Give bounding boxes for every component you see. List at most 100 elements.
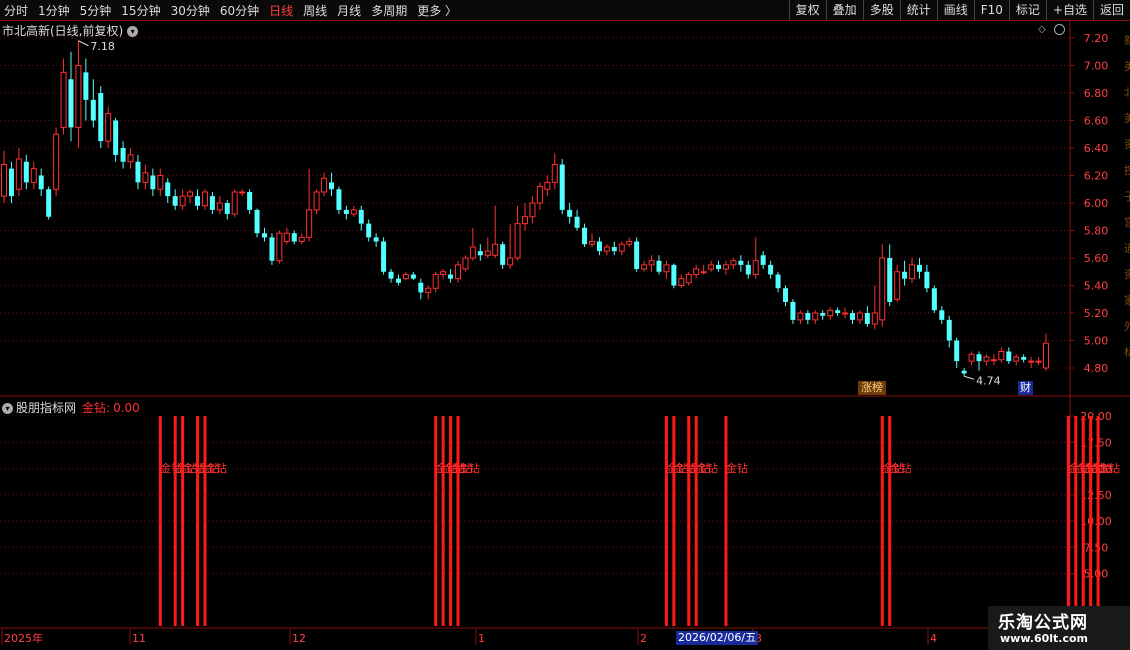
candle-body bbox=[603, 246, 610, 252]
candle-body bbox=[30, 168, 37, 183]
candle-body bbox=[462, 257, 469, 270]
candle-body bbox=[83, 72, 89, 100]
chart-canvas[interactable]: 7.20 7.00 6.80 6.60 6.40 6.20 6.00 5.80 5.60 5.40… bbox=[0, 0, 1130, 650]
signal-label: 金钻 bbox=[205, 461, 227, 475]
x-axis-label: 11 bbox=[132, 632, 146, 645]
candle-body bbox=[559, 164, 565, 210]
signal-bar bbox=[158, 416, 162, 626]
candle-body bbox=[641, 264, 648, 270]
candle-body bbox=[432, 274, 439, 289]
candle-body bbox=[127, 154, 134, 163]
signal-bar bbox=[1074, 416, 1078, 626]
indicator-tick-label: 5.00 bbox=[1084, 568, 1109, 581]
signal-bar bbox=[1089, 416, 1093, 626]
candle-body bbox=[201, 191, 208, 207]
edge-char: 美 bbox=[1124, 60, 1130, 73]
candle-body bbox=[544, 181, 551, 190]
candle-body bbox=[582, 227, 588, 245]
signal-bar bbox=[880, 416, 884, 626]
candle-body bbox=[990, 359, 997, 362]
candle-body bbox=[827, 309, 834, 317]
indicator-tick-label: 7.50 bbox=[1084, 541, 1109, 554]
candle-body bbox=[775, 274, 781, 289]
candle-body bbox=[887, 258, 893, 302]
candle-body bbox=[648, 260, 655, 266]
price-tick-label: 5.80 bbox=[1084, 225, 1109, 238]
edge-char: 通 bbox=[1124, 242, 1130, 255]
candle-body bbox=[909, 264, 916, 280]
chevron-down-icon[interactable]: ▾ bbox=[127, 26, 139, 37]
candle-body bbox=[835, 310, 841, 313]
indicator-title[interactable]: ▾ 股朋指标网 金钻: 0.00 bbox=[2, 399, 140, 416]
candle-body bbox=[209, 196, 215, 210]
edge-char: 宫 bbox=[1124, 215, 1130, 229]
candle-body bbox=[492, 243, 499, 256]
candle-body bbox=[1043, 342, 1049, 369]
candle-body bbox=[484, 250, 491, 256]
chevron-down-icon[interactable]: ▾ bbox=[2, 403, 13, 414]
price-tick-label: 5.60 bbox=[1084, 252, 1109, 265]
x-axis-label: 4 bbox=[930, 632, 937, 645]
signal-label: 金钻 bbox=[696, 461, 718, 475]
signal-bar bbox=[1081, 416, 1085, 626]
signal-label: 金钻 bbox=[890, 461, 912, 475]
candle-body bbox=[343, 209, 349, 214]
candle-body bbox=[388, 271, 394, 279]
candle-body bbox=[588, 241, 595, 245]
candle-body bbox=[38, 175, 44, 190]
price-tick-label: 6.00 bbox=[1084, 197, 1109, 210]
candle-body bbox=[924, 271, 930, 289]
signal-bar bbox=[449, 416, 453, 626]
price-tick-label: 6.80 bbox=[1084, 87, 1109, 100]
candle-body bbox=[916, 264, 922, 272]
indicator-tick-label: 12.50 bbox=[1080, 489, 1112, 502]
main-chart-title[interactable]: 市北高新(日线,前复权) ▾ bbox=[2, 22, 139, 39]
price-tick-label: 6.60 bbox=[1084, 115, 1109, 128]
candle-body bbox=[105, 113, 112, 142]
signal-bar bbox=[203, 416, 207, 626]
candle-body bbox=[894, 271, 901, 300]
indicator-tick-label: 20.00 bbox=[1080, 410, 1112, 423]
x-axis-label: 12 bbox=[292, 632, 306, 645]
candle-body bbox=[216, 202, 223, 211]
candle-body bbox=[902, 271, 908, 279]
candle-body bbox=[871, 312, 878, 325]
candle-body bbox=[98, 93, 104, 142]
candle-body bbox=[983, 356, 990, 362]
high-label: 7.18 bbox=[90, 40, 115, 53]
indicator-name: 股朋指标网 bbox=[16, 401, 77, 415]
candle-body bbox=[402, 274, 409, 280]
candle-body bbox=[634, 241, 640, 269]
candle-body bbox=[976, 354, 982, 362]
finance-badge[interactable]: 财 bbox=[1018, 381, 1033, 395]
candle-body bbox=[231, 191, 238, 215]
candle-body bbox=[150, 175, 156, 190]
candle-body bbox=[477, 251, 483, 256]
edge-char: 北 bbox=[1124, 86, 1130, 99]
watermark-url: www.60lt.com bbox=[1000, 632, 1089, 645]
candle-body bbox=[298, 236, 305, 242]
x-axis-label: 1 bbox=[478, 632, 485, 645]
signal-label: 金钻 bbox=[726, 461, 748, 475]
candle-body bbox=[797, 312, 804, 321]
candle-body bbox=[968, 353, 975, 362]
diamond-icon[interactable]: ◇ bbox=[1038, 24, 1046, 35]
candle-body bbox=[1013, 356, 1020, 362]
candle-body bbox=[961, 370, 967, 374]
price-tick-label: 6.40 bbox=[1084, 142, 1109, 155]
candle-body bbox=[536, 186, 543, 204]
x-axis-label: 2 bbox=[640, 632, 647, 645]
edge-char: 子 bbox=[1124, 190, 1130, 203]
watermark-title: 乐淘公式网 bbox=[998, 613, 1088, 633]
candle-body bbox=[358, 209, 364, 224]
candle-body bbox=[247, 192, 253, 210]
signal-bar bbox=[456, 416, 460, 626]
candle-body bbox=[656, 260, 662, 272]
rank-badge[interactable]: 涨榜 bbox=[858, 381, 886, 395]
candle-body bbox=[716, 264, 722, 269]
candle-body bbox=[864, 313, 870, 324]
circle-icon[interactable] bbox=[1054, 24, 1065, 35]
candle-body bbox=[567, 209, 573, 217]
price-tick-label: 6.20 bbox=[1084, 170, 1109, 183]
candle-body bbox=[313, 191, 320, 211]
